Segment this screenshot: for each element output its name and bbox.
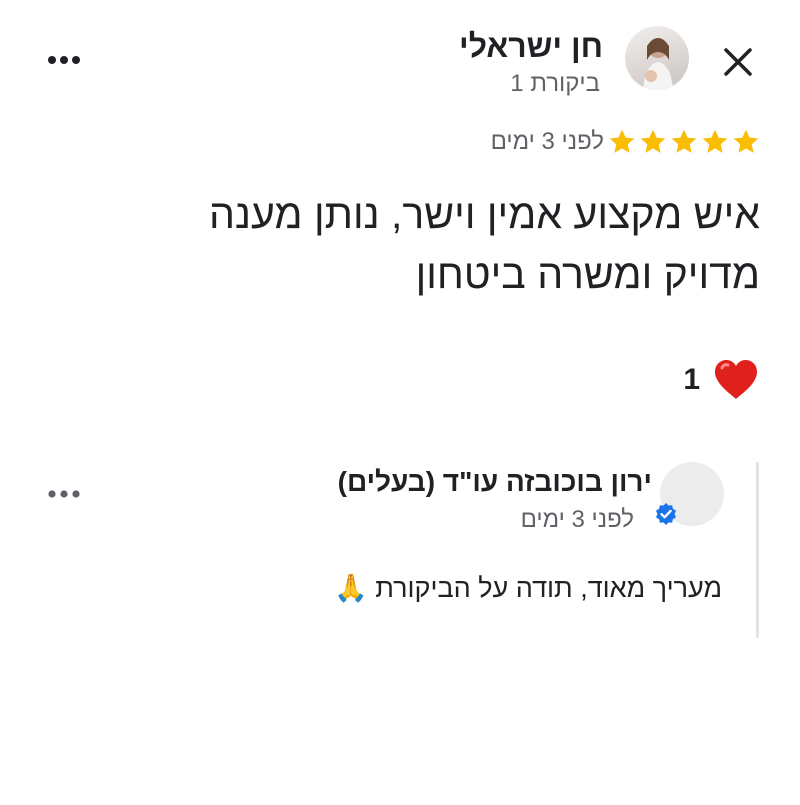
owner-reply-text: מעריך מאוד, תודה על הביקורת 🙏	[334, 573, 722, 603]
reaction-button[interactable]: 1	[683, 356, 760, 404]
star-icon	[640, 129, 666, 153]
more-horizontal-icon	[48, 490, 80, 498]
reviewer-name[interactable]: חן ישראלי	[459, 28, 603, 65]
reply-more-options-button[interactable]	[44, 482, 84, 506]
reviewer-review-count: ביקורת 1	[510, 70, 600, 97]
verified-badge-icon	[656, 503, 676, 525]
close-button[interactable]	[718, 42, 758, 82]
more-horizontal-icon	[48, 56, 80, 64]
star-rating	[608, 128, 760, 156]
owner-name[interactable]: ירון בוכובזה עו"ד (בעלים)	[338, 466, 652, 498]
owner-reply-date: לפני 3 ימים	[520, 506, 634, 533]
reply-divider	[756, 462, 759, 638]
review-text: איש מקצוע אמין וישר, נותן מענה מדויק ומש…	[209, 191, 760, 297]
star-icon	[702, 129, 728, 153]
star-icon	[733, 129, 759, 153]
star-icon	[609, 129, 635, 153]
heart-icon	[715, 360, 757, 399]
reviewer-avatar[interactable]	[625, 26, 689, 90]
star-icon	[671, 129, 697, 153]
close-icon	[724, 48, 752, 76]
review-date: לפני 3 ימים	[490, 128, 604, 155]
more-options-button[interactable]	[44, 48, 84, 72]
reaction-count: 1	[683, 363, 700, 396]
user-photo-icon	[643, 38, 673, 90]
